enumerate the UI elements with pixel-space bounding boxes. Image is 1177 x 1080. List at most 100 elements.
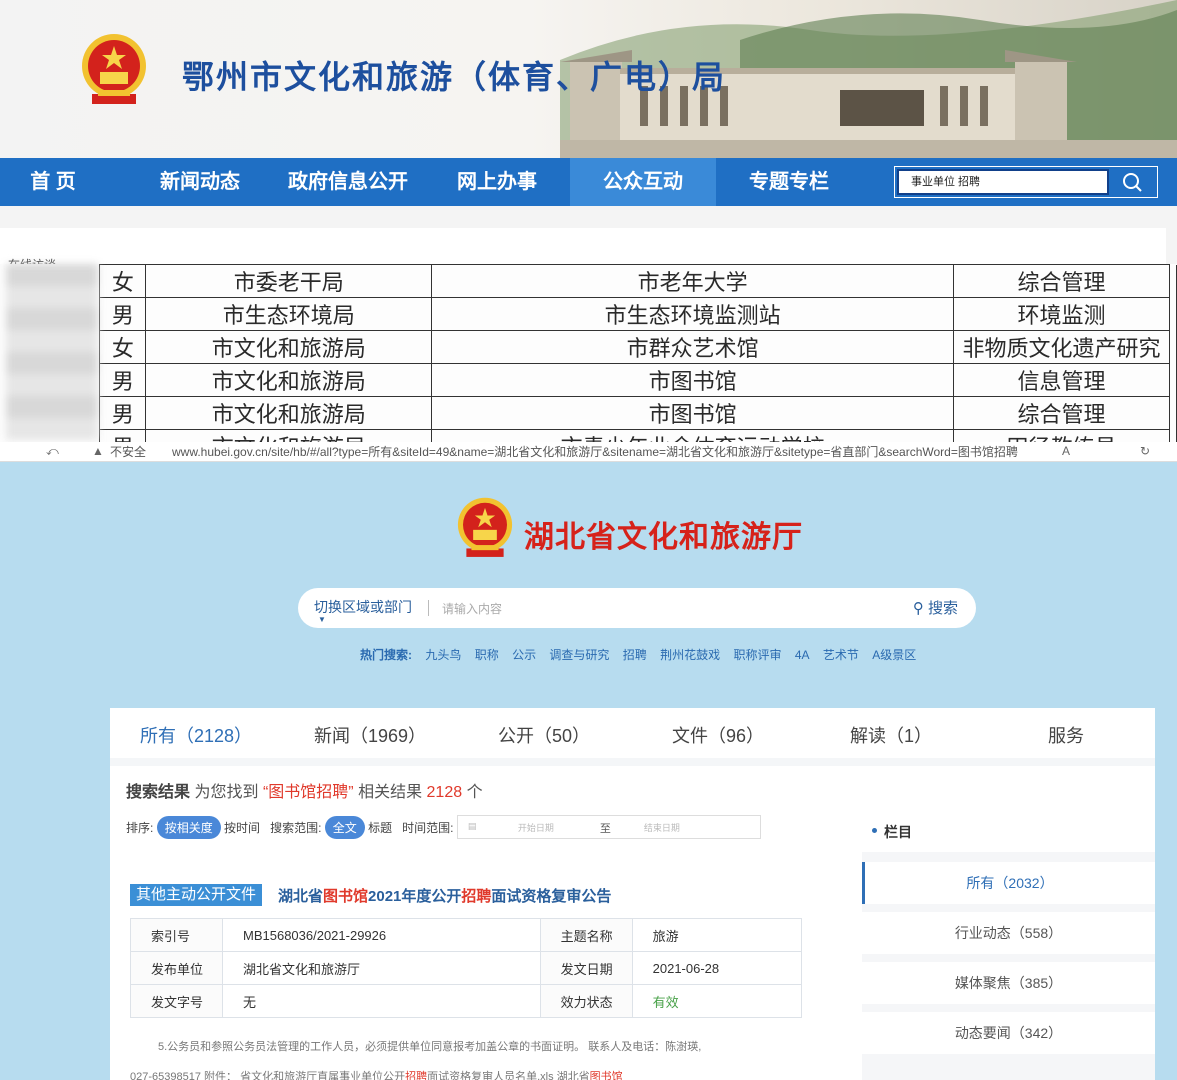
tab-divider xyxy=(110,758,1155,766)
edge-cell xyxy=(1169,330,1177,364)
employer-cell: 市群众艺术馆 xyxy=(431,330,954,364)
hot-term[interactable]: 招聘 xyxy=(623,648,647,662)
tab-all[interactable]: 所有（2128） xyxy=(140,722,252,748)
divider xyxy=(428,600,429,616)
hot-term[interactable]: 4A xyxy=(795,648,810,662)
sort-bar: 排序: 按相关度 按时间 搜索范围: 全文 标题 时间范围: ▤ 开始日期 至 … xyxy=(126,814,761,840)
nav-special-topics[interactable]: 专题专栏 xyxy=(716,158,862,206)
gender-cell: 男 xyxy=(99,396,147,430)
unit-cell: 市委老干局 xyxy=(145,264,433,298)
table-row: 男市文化和旅游局 市图书馆 综合管理 xyxy=(0,396,1177,430)
hot-term[interactable]: 公示 xyxy=(512,648,536,662)
hot-term[interactable]: 职称 xyxy=(475,648,499,662)
date-range-picker[interactable]: ▤ 开始日期 至 结束日期 xyxy=(456,814,761,839)
nav-home[interactable]: 首 页 xyxy=(0,158,106,206)
table-row: 男市生态环境局 市生态环境监测站 环境监测 xyxy=(0,297,1177,331)
back-arrow-icon[interactable]: ⤺ xyxy=(46,444,59,459)
hot-term[interactable]: 九头鸟 xyxy=(425,648,461,662)
warning-icon: ▲ xyxy=(92,444,104,458)
post-cell: 非物质文化遗产研究 xyxy=(953,330,1170,364)
employer-cell: 市图书馆 xyxy=(431,363,954,397)
search-button[interactable]: ⚲ 搜索 xyxy=(913,597,958,618)
sidebar-item-media[interactable]: 媒体聚焦（385） xyxy=(862,962,1155,1004)
tab-public[interactable]: 公开（50） xyxy=(498,722,590,748)
scope-fulltext-button[interactable]: 全文 xyxy=(324,816,365,839)
nav-gov-info[interactable]: 政府信息公开 xyxy=(270,158,426,206)
blurred-names xyxy=(6,264,98,440)
hubei-site-title: 湖北省文化和旅游厅 xyxy=(524,521,803,554)
search-icon[interactable] xyxy=(1111,169,1155,195)
category-sidebar: 栏目 所有（2032） 行业动态（558） 媒体聚焦（385） 动态要闻（342… xyxy=(862,808,1155,1080)
sort-relevance-button[interactable]: 按相关度 xyxy=(156,816,221,839)
unit-cell: 市文化和旅游局 xyxy=(145,363,433,397)
chevron-down-icon[interactable]: ▼ xyxy=(318,615,326,624)
post-cell: 信息管理 xyxy=(953,363,1170,397)
browser-address-bar[interactable]: ⤺ ▲ 不安全 www.hubei.gov.cn/site/hb/#/all?t… xyxy=(0,442,1177,462)
gender-cell: 女 xyxy=(99,264,147,298)
hubei-site: 湖北省文化和旅游厅 切换区域或部门 ▼ 请输入内容 ⚲ 搜索 热门搜索: 九头鸟… xyxy=(0,462,1177,1080)
sidebar-item-news[interactable]: 动态要闻（342） xyxy=(862,1012,1155,1054)
employer-cell: 市老年大学 xyxy=(431,264,954,298)
sidebar-item-all[interactable]: 所有（2032） xyxy=(862,862,1155,904)
sort-time-button[interactable]: 按时间 xyxy=(224,821,260,835)
doc-snippet: 5.公务员和参照公务员法管理的工作人员，必须提供单位同意报考加盖公章的书面证明。… xyxy=(158,1041,702,1053)
post-cell: 综合管理 xyxy=(953,396,1170,430)
hot-label: 热门搜索: xyxy=(360,648,412,662)
result-summary: 搜索结果 为您找到 “图书馆招聘” 相关结果 2128 个 xyxy=(126,784,483,801)
scope-title-button[interactable]: 标题 xyxy=(368,821,392,835)
hot-term[interactable]: A级景区 xyxy=(872,648,916,662)
sidebar-item-industry[interactable]: 行业动态（558） xyxy=(862,912,1155,954)
doc-title-link[interactable]: 湖北省图书馆2021年度公开招聘面试资格复审公告 xyxy=(278,885,611,906)
edge-cell xyxy=(1169,297,1177,331)
doc-snippet: 027-65398517 附件： 省文化和旅游厅直属事业单位公开招聘面试资格复审… xyxy=(130,1071,623,1080)
gender-cell: 男 xyxy=(99,297,147,331)
calendar-icon: ▤ xyxy=(467,820,477,831)
table-row: 女市委老干局 市老年大学 综合管理 xyxy=(0,264,1177,298)
tab-services[interactable]: 服务 xyxy=(1048,722,1084,748)
recruitment-table: 女市委老干局 市老年大学 综合管理男市生态环境局 市生态环境监测站 环境监测女市文化和旅… xyxy=(0,264,1177,463)
employer-cell: 市图书馆 xyxy=(431,396,954,430)
search-icon: ⚲ xyxy=(912,600,928,617)
edge-cell xyxy=(1169,264,1177,298)
hot-term[interactable]: 调查与研究 xyxy=(549,648,609,662)
search-input[interactable]: 请输入内容 xyxy=(442,600,502,617)
unit-cell: 市文化和旅游局 xyxy=(145,330,433,364)
tab-documents[interactable]: 文件（96） xyxy=(672,722,764,748)
gender-cell: 男 xyxy=(99,363,147,397)
table-row: 男市文化和旅游局 市图书馆 信息管理 xyxy=(0,363,1177,397)
tab-news[interactable]: 新闻（1969） xyxy=(314,722,426,748)
nav-public-interaction[interactable]: 公众互动 xyxy=(570,158,716,206)
nav-news[interactable]: 新闻动态 xyxy=(130,158,270,206)
doc-category-tag: 其他主动公开文件 xyxy=(130,884,263,906)
refresh-icon[interactable]: ↻ xyxy=(1140,444,1150,458)
bullet-icon xyxy=(872,828,877,833)
end-date-input: 结束日期 xyxy=(643,822,680,833)
ezhou-header: 鄂州市文化和旅游（体育、广电）局 xyxy=(0,0,1177,158)
url-text[interactable]: www.hubei.gov.cn/site/hb/#/all?type=所有&s… xyxy=(172,443,1018,460)
hubei-search-bar: 切换区域或部门 ▼ 请输入内容 ⚲ 搜索 xyxy=(298,588,976,628)
nav-online-services[interactable]: 网上办事 xyxy=(426,158,568,206)
edge-cell xyxy=(1169,396,1177,430)
table-row: 女市文化和旅游局 市群众艺术馆 非物质文化遗产研究 xyxy=(0,330,1177,364)
ezhou-site-title: 鄂州市文化和旅游（体育、广电）局 xyxy=(182,58,727,96)
hot-term[interactable]: 艺术节 xyxy=(823,648,859,662)
security-label: 不安全 xyxy=(110,445,147,459)
tab-interpretation[interactable]: 解读（1） xyxy=(850,722,932,748)
sidebar-header: 栏目 xyxy=(862,808,1155,852)
employer-cell: 市生态环境监测站 xyxy=(431,297,954,331)
reader-mode-icon[interactable]: A xyxy=(1062,444,1070,458)
region-switch[interactable]: 切换区域或部门 xyxy=(314,597,412,617)
start-date-input: 开始日期 xyxy=(517,822,554,833)
doc-meta-table: 索引号 MB1568036/2021-29926 主题名称 旅游 发布单位 湖北… xyxy=(130,918,803,1018)
search-results-panel: 所有（2128） 新闻（1969） 公开（50） 文件（96） 解读（1） 服务… xyxy=(110,708,1155,1080)
result-tabs: 所有（2128） 新闻（1969） 公开（50） 文件（96） 解读（1） 服务 xyxy=(110,708,1155,758)
ezhou-search-input[interactable]: 事业单位 招聘 xyxy=(897,169,1109,195)
post-cell: 综合管理 xyxy=(953,264,1170,298)
hot-term[interactable]: 职称评审 xyxy=(734,648,782,662)
national-emblem-icon xyxy=(457,497,513,557)
post-cell: 环境监测 xyxy=(953,297,1170,331)
unit-cell: 市文化和旅游局 xyxy=(145,396,433,430)
national-emblem-icon xyxy=(82,34,146,104)
hot-term[interactable]: 荆州花鼓戏 xyxy=(660,648,720,662)
edge-cell xyxy=(1169,363,1177,397)
